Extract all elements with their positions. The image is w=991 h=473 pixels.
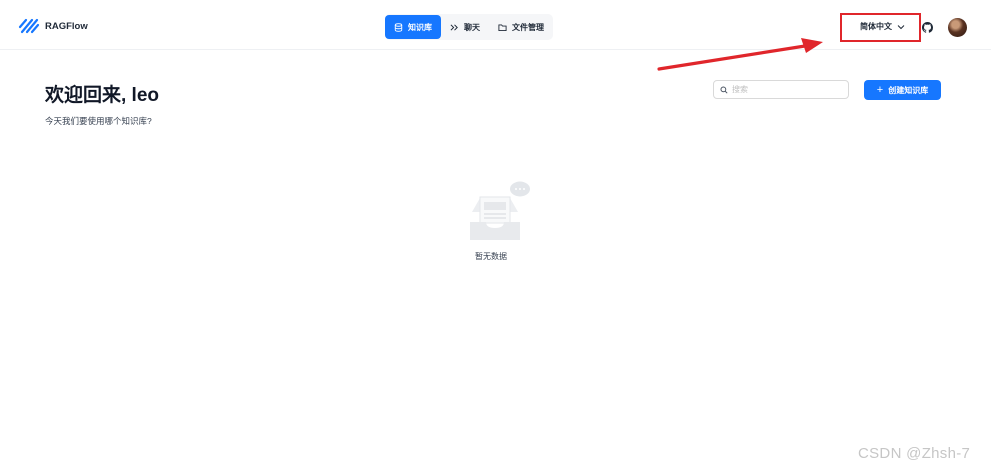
welcome-heading: 欢迎回来, leo	[45, 85, 160, 106]
welcome-subtitle: 今天我们要使用哪个知识库?	[45, 116, 152, 126]
annotation-highlight-box	[840, 13, 921, 42]
search-input[interactable]	[732, 85, 842, 94]
app-logo[interactable]: RAGFlow	[18, 17, 88, 35]
search-box[interactable]	[713, 80, 849, 99]
database-icon	[394, 22, 403, 32]
plus-icon: +	[876, 84, 884, 96]
chat-icon	[450, 23, 458, 31]
watermark-text: CSDN @Zhsh-7	[858, 445, 971, 462]
user-avatar[interactable]	[948, 18, 967, 37]
empty-inbox-icon	[470, 181, 530, 240]
tab-chat-label: 聊天	[464, 22, 480, 32]
app-name: RAGFlow	[45, 20, 88, 32]
tab-file-management-label: 文件管理	[512, 22, 544, 32]
tab-knowledge-base-label: 知识库	[408, 22, 432, 32]
create-knowledge-base-button[interactable]: + 创建知识库	[864, 80, 941, 100]
main-nav: 知识库 聊天 文件管理	[385, 14, 553, 40]
search-icon	[720, 85, 728, 94]
tab-chat[interactable]: 聊天	[441, 15, 489, 39]
github-icon[interactable]	[922, 22, 933, 33]
ragflow-logo-icon	[18, 18, 40, 34]
annotation-arrow-icon	[657, 38, 823, 71]
empty-state-text: 暂无数据	[475, 252, 507, 261]
tab-knowledge-base[interactable]: 知识库	[385, 15, 441, 39]
tab-file-management[interactable]: 文件管理	[489, 15, 553, 39]
folder-icon	[498, 24, 507, 31]
create-knowledge-base-label: 创建知识库	[888, 85, 929, 95]
